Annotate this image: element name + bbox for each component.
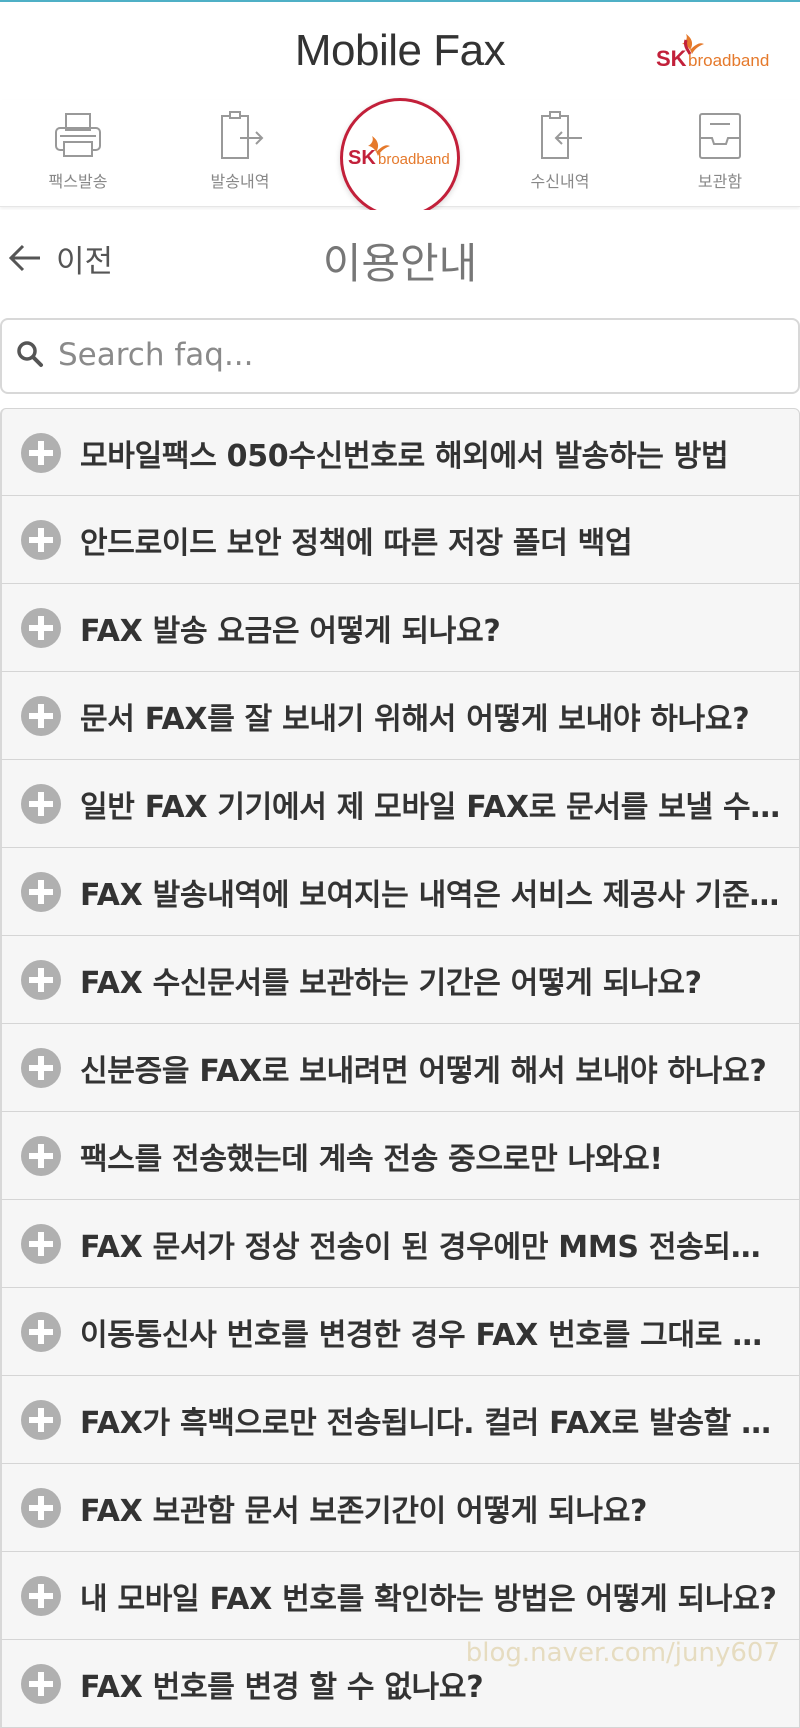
plus-circle-icon[interactable] — [20, 607, 62, 649]
faq-item[interactable]: FAX 수신문서를 보관하는 기간은 어떻게 되나요? — [0, 936, 800, 1024]
faq-question: 팩스를 전송했는데 계속 전송 중으로만 나와요! — [80, 1142, 663, 1177]
nav-receive-history[interactable]: 수신내역 — [500, 100, 620, 204]
plus-circle-icon[interactable] — [20, 519, 62, 561]
faq-item[interactable]: 내 모바일 FAX 번호를 확인하는 방법은 어떻게 되나요? — [0, 1552, 800, 1640]
faq-item[interactable]: FAX가 흑백으로만 전송됩니다. 컬러 FAX로 발송할 수 있나요? — [0, 1376, 800, 1464]
faq-question: 문서 FAX를 잘 보내기 위해서 어떻게 보내야 하나요? — [80, 702, 750, 737]
plus-circle-icon[interactable] — [20, 1575, 62, 1617]
faq-question: FAX 수신문서를 보관하는 기간은 어떻게 되나요? — [80, 966, 702, 1001]
search-icon — [17, 341, 43, 367]
faq-item[interactable]: 모바일팩스 050수신번호로 해외에서 발송하는 방법 — [0, 408, 800, 496]
sk-broadband-center-icon: SK broadband — [348, 136, 450, 169]
faq-question: 안드로이드 보안 정책에 따른 저장 폴더 백업 — [80, 526, 633, 561]
faq-question: FAX 번호를 변경 할 수 없나요? — [80, 1670, 484, 1705]
nav-label-storage-box: 보관함 — [697, 172, 743, 191]
watermark: blog.naver.com/juny607 — [465, 1638, 780, 1668]
plus-circle-icon[interactable] — [20, 1399, 62, 1441]
faq-question: FAX 문서가 정상 전송이 된 경우에만 MMS 전송되나요? — [80, 1230, 785, 1265]
faq-question: 신분증을 FAX로 보내려면 어떻게 해서 보내야 하나요? — [80, 1054, 767, 1089]
nav-send-history[interactable]: 발송내역 — [180, 100, 300, 204]
plus-circle-icon[interactable] — [20, 1487, 62, 1529]
faq-item[interactable]: FAX 발송내역에 보여지는 내역은 서비스 제공사 기준인가요? — [0, 848, 800, 936]
faq-item[interactable]: 팩스를 전송했는데 계속 전송 중으로만 나와요! — [0, 1112, 800, 1200]
nav-storage-box[interactable]: 보관함 — [660, 100, 780, 204]
plus-circle-icon[interactable] — [20, 432, 62, 474]
faq-item[interactable]: 일반 FAX 기기에서 제 모바일 FAX로 문서를 보낼 수 있나요? — [0, 760, 800, 848]
nav-label-send-history: 발송내역 — [210, 172, 270, 191]
center-home-logo-button[interactable]: SK broadband — [340, 98, 460, 218]
plus-circle-icon[interactable] — [20, 695, 62, 737]
plus-circle-icon[interactable] — [20, 783, 62, 825]
fax-machine-icon — [55, 113, 101, 157]
plus-circle-icon[interactable] — [20, 959, 62, 1001]
sk-broadband-logo: SK broadband — [656, 32, 772, 76]
svg-text:broadband: broadband — [688, 51, 769, 70]
plus-circle-icon[interactable] — [20, 1223, 62, 1265]
svg-text:broadband: broadband — [378, 151, 450, 168]
faq-question: FAX 발송내역에 보여지는 내역은 서비스 제공사 기준인가요? — [80, 878, 785, 913]
faq-item[interactable]: FAX 보관함 문서 보존기간이 어떻게 되나요? — [0, 1464, 800, 1552]
faq-item[interactable]: 이동통신사 번호를 변경한 경우 FAX 번호를 그대로 쓸 수 있나요? — [0, 1288, 800, 1376]
page-title: 이용안내 — [322, 239, 478, 288]
svg-text:SK: SK — [348, 147, 376, 169]
faq-item[interactable]: 신분증을 FAX로 보내려면 어떻게 해서 보내야 하나요? — [0, 1024, 800, 1112]
plus-circle-icon[interactable] — [20, 1047, 62, 1089]
app-header: Mobile Fax SK broadband — [0, 2, 800, 100]
faq-question: FAX 발송 요금은 어떻게 되나요? — [80, 614, 501, 649]
faq-item[interactable]: FAX 발송 요금은 어떻게 되나요? — [0, 584, 800, 672]
faq-question: 내 모바일 FAX 번호를 확인하는 방법은 어떻게 되나요? — [80, 1582, 777, 1617]
svg-text:SK: SK — [656, 46, 687, 71]
faq-question: 모바일팩스 050수신번호로 해외에서 발송하는 방법 — [80, 439, 729, 474]
faq-question: 일반 FAX 기기에서 제 모바일 FAX로 문서를 보낼 수 있나요? — [80, 790, 785, 825]
faq-question: 이동통신사 번호를 변경한 경우 FAX 번호를 그대로 쓸 수 있나요? — [80, 1318, 785, 1353]
faq-item[interactable]: FAX 문서가 정상 전송이 된 경우에만 MMS 전송되나요? — [0, 1200, 800, 1288]
storage-box-icon — [699, 113, 741, 159]
receive-history-icon — [541, 111, 582, 159]
sub-header: 이전 이용안내 — [0, 210, 800, 302]
faq-question: FAX 보관함 문서 보존기간이 어떻게 되나요? — [80, 1494, 648, 1529]
faq-list: 모바일팩스 050수신번호로 해외에서 발송하는 방법안드로이드 보안 정책에 … — [0, 408, 800, 1728]
nav-fax-send[interactable]: 팩스발송 — [18, 100, 138, 204]
plus-circle-icon[interactable] — [20, 1663, 62, 1705]
send-history-icon — [221, 111, 264, 159]
plus-circle-icon[interactable] — [20, 871, 62, 913]
faq-question: FAX가 흑백으로만 전송됩니다. 컬러 FAX로 발송할 수 있나요? — [80, 1406, 785, 1441]
search-box — [0, 318, 800, 394]
nav-label-receive-history: 수신내역 — [530, 172, 590, 191]
search-input[interactable] — [56, 324, 780, 386]
nav-label-fax-send: 팩스발송 — [48, 172, 108, 191]
faq-item[interactable]: 안드로이드 보안 정책에 따른 저장 폴더 백업 — [0, 496, 800, 584]
plus-circle-icon[interactable] — [20, 1135, 62, 1177]
plus-circle-icon[interactable] — [20, 1311, 62, 1353]
faq-item[interactable]: 문서 FAX를 잘 보내기 위해서 어떻게 보내야 하나요? — [0, 672, 800, 760]
